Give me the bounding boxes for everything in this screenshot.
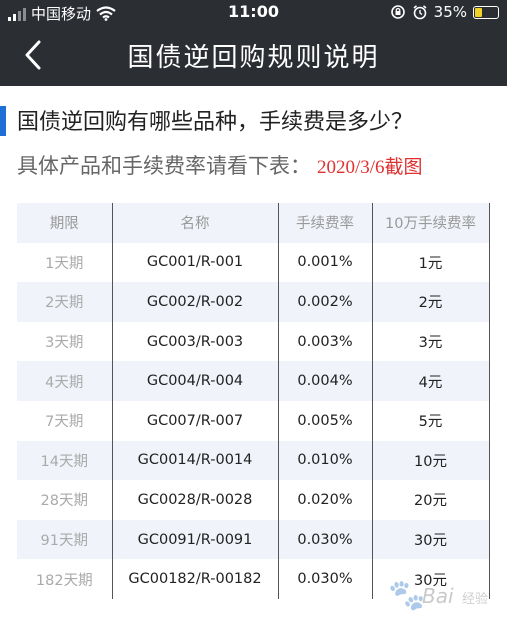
cell-fee-100k: 4元 (372, 361, 490, 401)
header-name: 名称 (112, 203, 279, 243)
watermark-brand: Bai (422, 584, 454, 608)
table-row: 2天期 GC002/R-002 0.002% 2元 (17, 282, 490, 322)
cell-term: 14天期 (17, 440, 113, 481)
cell-name: GC0014/R-0014 (112, 440, 279, 481)
cell-fee-rate: 0.010% (278, 440, 373, 481)
table-row: 7天期 GC007/R-007 0.005% 5元 (17, 400, 490, 441)
cell-name: GC007/R-007 (112, 400, 279, 441)
cell-term: 1天期 (17, 242, 113, 283)
cell-name: GC001/R-001 (112, 242, 279, 283)
cell-fee-rate: 0.002% (278, 282, 373, 322)
cell-fee-100k: 3元 (372, 321, 490, 362)
section-title: 国债逆回购有哪些品种，手续费是多少？ (17, 110, 414, 135)
alarm-icon (413, 5, 427, 20)
cell-fee-rate: 0.030% (278, 519, 373, 560)
rotation-lock-icon (390, 5, 405, 19)
watermark-suffix: 经验 (462, 592, 489, 607)
nav-bar: 国债逆回购规则说明 (0, 24, 507, 86)
table-row: 14天期 GC0014/R-0014 0.010% 10元 (17, 440, 490, 481)
cell-name: GC00182/R-00182 (112, 559, 279, 599)
cell-term: 7天期 (17, 400, 113, 441)
cell-name: GC004/R-004 (112, 361, 279, 401)
cell-fee-rate: 0.005% (278, 400, 373, 441)
cell-fee-100k: 5元 (372, 400, 490, 441)
cell-fee-100k: 20元 (372, 480, 490, 520)
cell-name: GC002/R-002 (112, 282, 279, 322)
cell-name: GC0028/R-0028 (112, 480, 279, 520)
table-row: 3天期 GC003/R-003 0.003% 3元 (17, 321, 490, 362)
section-header: 国债逆回购有哪些品种，手续费是多少？ (0, 104, 507, 138)
cell-term: 91天期 (17, 519, 113, 560)
cell-term: 3天期 (17, 321, 113, 362)
cell-fee-rate: 0.001% (278, 242, 373, 283)
cell-term: 2天期 (17, 282, 113, 322)
cell-term: 182天期 (17, 559, 113, 599)
status-right: 35% ⚡ (390, 3, 499, 21)
charging-bolt-icon: ⚡ (481, 4, 490, 19)
header-fee-rate: 手续费率 (278, 203, 373, 243)
cell-term: 28天期 (17, 480, 113, 520)
table-row: 91天期 GC0091/R-0091 0.030% 30元 (17, 519, 490, 560)
header-term: 期限 (17, 203, 113, 243)
cell-term: 4天期 (17, 361, 113, 401)
cell-fee-100k: 30元 (372, 519, 490, 560)
cell-fee-100k: 1元 (372, 242, 490, 283)
cell-fee-rate: 0.004% (278, 361, 373, 401)
cell-name: GC0091/R-0091 (112, 519, 279, 560)
status-bar: 中国移动 11:00 35% ⚡ (0, 0, 507, 24)
paw-logo-icon: 🐾 (388, 578, 426, 613)
cell-fee-100k: 2元 (372, 282, 490, 322)
cell-fee-rate: 0.030% (278, 559, 373, 599)
table-header-row: 期限 名称 手续费率 10万手续费率 (17, 203, 490, 243)
table-body: 1天期 GC001/R-001 0.001% 1元 2天期 GC002/R-002 0.00… (17, 242, 490, 599)
section-accent-bar (0, 106, 6, 136)
table-row: 4天期 GC004/R-004 0.004% 4元 (17, 361, 490, 401)
header-fee-per-100k: 10万手续费率 (372, 203, 490, 243)
battery-percent: 35% (433, 3, 467, 21)
page-title: 国债逆回购规则说明 (127, 43, 380, 73)
table-intro-text: 具体产品和手续费率请看下表： (17, 154, 311, 178)
battery-icon: ⚡ (473, 4, 499, 19)
cell-fee-rate: 0.003% (278, 321, 373, 362)
cell-fee-100k: 10元 (372, 440, 490, 481)
cell-name: GC003/R-003 (112, 321, 279, 362)
fee-table: 期限 名称 手续费率 10万手续费率 1天期 GC001/R-001 0.001% 1… (17, 203, 490, 599)
cell-fee-rate: 0.020% (278, 480, 373, 520)
table-row: 1天期 GC001/R-001 0.001% 1元 (17, 242, 490, 283)
table-row: 28天期 GC0028/R-0028 0.020% 20元 (17, 480, 490, 520)
screenshot-date-annotation: 2020/3/6截图 (317, 157, 423, 178)
baidu-jingyan-watermark: 🐾 Bai 经验 (388, 574, 498, 620)
